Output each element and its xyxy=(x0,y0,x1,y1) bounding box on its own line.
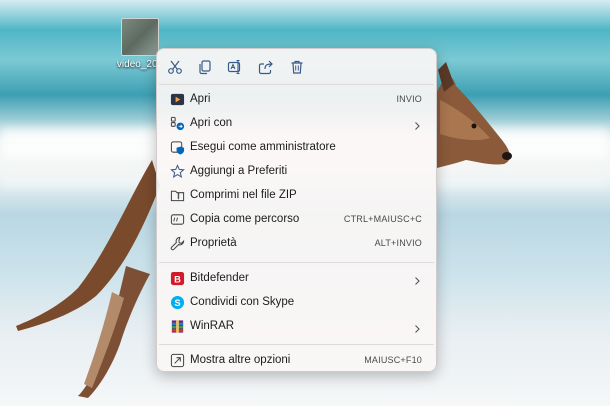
menu-item-copia-come-percorso[interactable]: Copia come percorso CTRL+MAIUSC+C xyxy=(161,207,432,231)
menu-item-label: Proprietà xyxy=(190,237,237,249)
menu-divider xyxy=(159,344,434,345)
zip-folder-icon xyxy=(169,187,185,203)
copy-button[interactable] xyxy=(194,57,216,77)
menu-item-label: Bitdefender xyxy=(190,272,249,284)
more-options-icon xyxy=(169,352,185,368)
scissors-icon xyxy=(168,60,182,74)
menu-item-mostra-altre-opzioni[interactable]: Mostra altre opzioni MAIUSC+F10 xyxy=(161,348,432,372)
share-icon xyxy=(258,60,273,75)
menu-divider xyxy=(159,84,434,85)
admin-shield-icon xyxy=(169,139,185,155)
menu-item-shortcut: INVIO xyxy=(396,94,422,104)
menu-item-label: Apri xyxy=(190,93,211,105)
open-with-icon xyxy=(169,115,185,131)
menu-item-aggiungi-a-preferiti[interactable]: Aggiungi a Preferiti xyxy=(161,159,432,183)
menu-item-winrar[interactable]: WinRAR xyxy=(161,314,432,338)
menu-item-apri-con[interactable]: Apri con xyxy=(161,111,432,135)
share-button[interactable] xyxy=(255,57,277,77)
chevron-right-icon xyxy=(412,273,422,285)
menu-item-label: Condividi con Skype xyxy=(190,296,295,308)
menu-item-condividi-con-skype[interactable]: S Condividi con Skype xyxy=(161,290,432,314)
menu-item-bitdefender[interactable]: B Bitdefender xyxy=(161,266,432,290)
svg-text:S: S xyxy=(174,297,180,307)
menu-item-apri[interactable]: Apri INVIO xyxy=(161,87,432,111)
menu-item-label: Aggiungi a Preferiti xyxy=(190,165,288,177)
skype-icon: S xyxy=(169,294,185,310)
copy-icon xyxy=(199,60,211,75)
menu-item-label: Copia come percorso xyxy=(190,213,300,225)
menu-item-shortcut: CTRL+MAIUSC+C xyxy=(343,214,422,224)
menu-item-label: Apri con xyxy=(190,117,233,129)
rename-icon xyxy=(227,59,241,75)
menu-item-label: WinRAR xyxy=(190,320,235,332)
winrar-icon xyxy=(169,318,185,334)
chevron-right-icon xyxy=(412,321,422,333)
copy-path-icon xyxy=(169,211,185,227)
star-icon xyxy=(169,163,185,179)
menu-item-shortcut: ALT+INVIO xyxy=(374,238,422,248)
menu-item-label: Mostra altre opzioni xyxy=(190,354,291,366)
context-menu: Apri INVIO Apri con Esegui come amminist… xyxy=(156,48,437,372)
menu-item-esegui-come-amministratore[interactable]: Esegui come amministratore xyxy=(161,135,432,159)
menu-divider xyxy=(159,262,434,263)
media-player-icon xyxy=(169,91,185,107)
trash-icon xyxy=(291,60,303,74)
menu-item-comprimi-nel-file-zip[interactable]: Comprimi nel file ZIP xyxy=(161,183,432,207)
delete-button[interactable] xyxy=(286,57,308,77)
video-file-thumbnail xyxy=(121,18,159,56)
cut-button[interactable] xyxy=(164,57,186,77)
svg-text:B: B xyxy=(174,274,181,284)
menu-item-proprieta[interactable]: Proprietà ALT+INVIO xyxy=(161,231,432,255)
bitdefender-icon: B xyxy=(169,270,185,286)
menu-item-label: Comprimi nel file ZIP xyxy=(190,189,297,201)
rename-button[interactable] xyxy=(224,57,246,77)
wrench-icon xyxy=(169,235,185,251)
chevron-right-icon xyxy=(412,118,422,130)
menu-item-shortcut: MAIUSC+F10 xyxy=(364,355,422,365)
context-menu-toolbar xyxy=(157,49,436,85)
menu-item-label: Esegui come amministratore xyxy=(190,141,336,153)
